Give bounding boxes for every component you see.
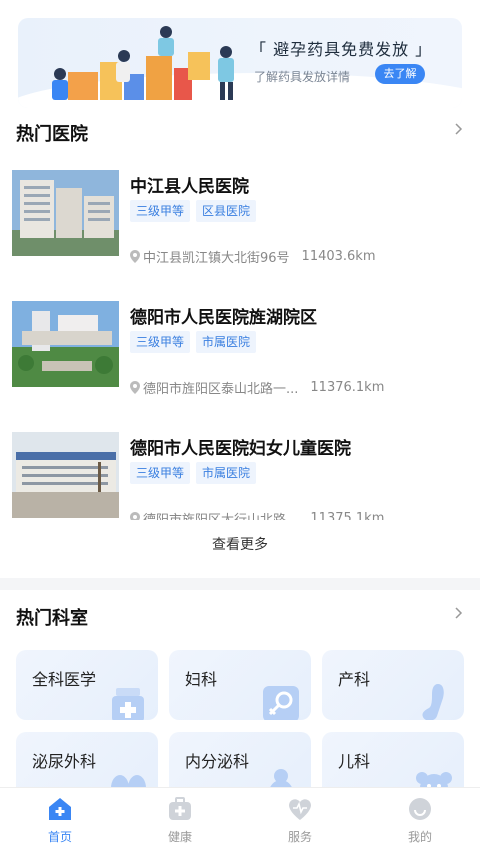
learn-more-button[interactable]: 去了解 xyxy=(375,64,425,84)
department-label: 泌尿外科 xyxy=(32,752,97,771)
department-obstetrics[interactable]: 产科 xyxy=(322,650,464,720)
location-pin-icon xyxy=(130,381,140,394)
banner-subtitle: 了解药具发放详情 xyxy=(254,70,351,84)
distance-text: 11376.1km xyxy=(310,380,385,395)
tab-profile[interactable]: 我的 xyxy=(380,796,460,845)
medicine-bottle-icon xyxy=(112,688,144,720)
department-label: 全科医学 xyxy=(32,670,97,689)
tab-label: 我的 xyxy=(407,830,432,844)
address-text: 德阳市旌阳区太行山北路... xyxy=(143,509,298,520)
location-pin-icon xyxy=(130,512,140,520)
chevron-right-icon[interactable] xyxy=(452,607,464,619)
medical-kit-icon xyxy=(169,797,191,820)
level-tag: 三级甲等 xyxy=(130,462,191,484)
tab-health[interactable]: 健康 xyxy=(140,796,220,845)
chevron-right-icon[interactable] xyxy=(452,123,464,135)
tab-label: 首页 xyxy=(47,830,72,844)
level-tag: 三级甲等 xyxy=(130,331,191,353)
hospital-tags: 三级甲等 区县医院 xyxy=(130,200,257,222)
address-text: 德阳市旌阳区泰山北路一... xyxy=(143,382,299,397)
type-tag: 区县医院 xyxy=(196,200,257,222)
hospital-address: 中江县凯江镇大北街96号 11403.6km xyxy=(130,247,376,266)
department-label: 妇科 xyxy=(185,670,218,689)
hospital-address: 德阳市旌阳区太行山北路... 11375.1km xyxy=(130,509,384,520)
hospital-photo xyxy=(12,301,119,387)
hospital-item[interactable]: 德阳市人民医院旌湖院区 三级甲等 市属医院 德阳市旌阳区泰山北路一... 113… xyxy=(12,301,468,397)
bottom-tab-bar: 首页 健康 服务 我的 xyxy=(0,787,480,853)
hospital-address: 德阳市旌阳区泰山北路一... 11376.1km xyxy=(130,378,384,397)
view-more-button[interactable]: 查看更多 xyxy=(0,534,480,554)
hospital-name: 德阳市人民医院旌湖院区 xyxy=(130,308,317,328)
banner-title: 「 避孕药具免费发放 」 xyxy=(250,40,433,59)
hospital-name: 中江县人民医院 xyxy=(130,177,249,197)
hospital-photo xyxy=(12,170,119,256)
hospital-name: 德阳市人民医院妇女儿童医院 xyxy=(130,439,351,459)
distance-text: 11403.6km xyxy=(301,249,376,264)
tab-home[interactable]: 首页 xyxy=(20,796,100,845)
hospital-item[interactable]: 德阳市人民医院妇女儿童医院 三级甲等 市属医院 德阳市旌阳区太行山北路... 1… xyxy=(12,432,468,520)
home-page: 「 避孕药具免费发放 」 了解药具发放详情 去了解 热门医院 中江县人民医院 三… xyxy=(0,0,480,853)
type-tag: 市属医院 xyxy=(196,331,257,353)
female-symbol-icon xyxy=(263,686,299,720)
hot-hospitals-title: 热门医院 xyxy=(16,124,88,145)
tab-label: 健康 xyxy=(167,830,192,844)
hot-hospitals-header[interactable]: 热门医院 xyxy=(16,120,464,145)
home-icon xyxy=(49,798,71,820)
department-label: 儿科 xyxy=(338,752,371,771)
tab-label: 服务 xyxy=(287,830,312,844)
hot-departments-header[interactable]: 热门科室 xyxy=(16,604,464,629)
type-tag: 市属医院 xyxy=(196,462,257,484)
profile-icon xyxy=(409,798,431,820)
distance-text: 11375.1km xyxy=(310,511,385,520)
department-general-medicine[interactable]: 全科医学 xyxy=(16,650,158,720)
tab-services[interactable]: 服务 xyxy=(260,796,340,845)
hospital-tags: 三级甲等 市属医院 xyxy=(130,331,257,353)
hospital-item[interactable]: 中江县人民医院 三级甲等 区县医院 中江县凯江镇大北街96号 11403.6km xyxy=(12,170,468,266)
address-text: 中江县凯江镇大北街96号 xyxy=(143,251,290,266)
section-divider xyxy=(0,578,480,590)
hospital-tags: 三级甲等 市属医院 xyxy=(130,462,257,484)
department-gynecology[interactable]: 妇科 xyxy=(169,650,311,720)
level-tag: 三级甲等 xyxy=(130,200,191,222)
heart-icon xyxy=(289,799,311,820)
department-label: 产科 xyxy=(338,670,371,689)
location-pin-icon xyxy=(130,250,140,263)
department-label: 内分泌科 xyxy=(185,752,250,771)
contraceptive-banner[interactable]: 「 避孕药具免费发放 」 了解药具发放详情 去了解 xyxy=(18,18,462,108)
hospital-photo xyxy=(12,432,119,518)
hot-departments-title: 热门科室 xyxy=(16,608,88,629)
distribution-illustration xyxy=(52,26,234,100)
foot-icon xyxy=(422,684,444,720)
